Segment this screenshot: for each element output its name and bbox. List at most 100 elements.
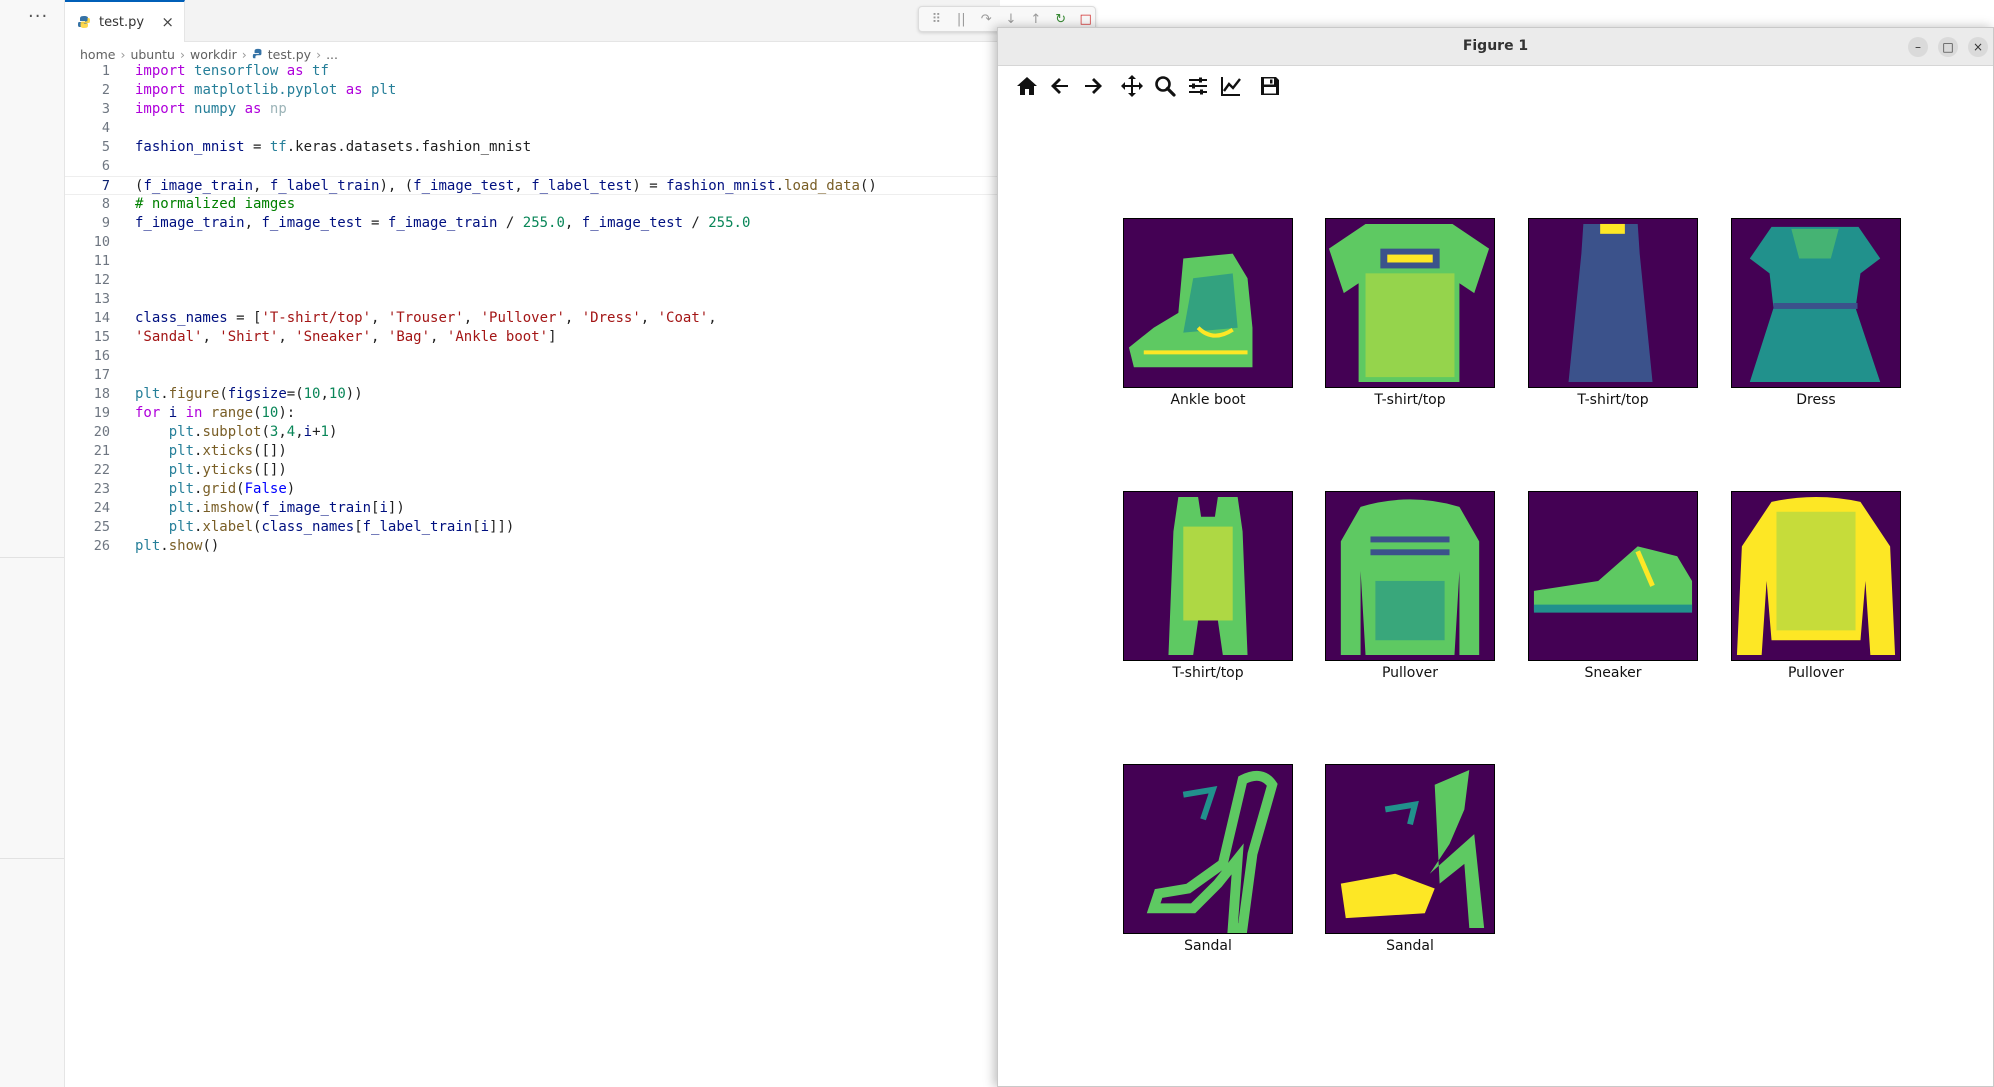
code-line[interactable]: 19 for i in range(10): <box>65 404 1000 423</box>
code-editor[interactable]: 1 import tensorflow as tf 2 import matplotl… <box>65 62 1000 556</box>
tab-test-py[interactable]: test.py × <box>65 0 185 42</box>
more-actions-icon[interactable]: ··· <box>28 6 48 27</box>
minimize-button[interactable]: – <box>1908 37 1928 57</box>
maximize-button[interactable]: □ <box>1938 37 1958 57</box>
back-button[interactable] <box>1045 71 1075 101</box>
home-button[interactable] <box>1012 71 1042 101</box>
code-line[interactable]: 21 plt.xticks([]) <box>65 442 1000 461</box>
line-number: 16 <box>93 348 110 364</box>
code-text: # normalized iamges <box>135 196 296 212</box>
subplot-image <box>1325 764 1495 934</box>
code-line[interactable]: 18 plt.figure(figsize=(10,10)) <box>65 385 1000 404</box>
line-number: 11 <box>93 253 110 269</box>
save-icon <box>1261 77 1279 95</box>
code-line[interactable]: 10 <box>65 233 1000 252</box>
code-line[interactable]: 16 <box>65 347 1000 366</box>
subplot-xlabel: Pullover <box>1381 665 1439 681</box>
code-line[interactable]: 11 <box>65 252 1000 271</box>
subplot-xlabel: Ankle boot <box>1170 392 1246 408</box>
line-number: 23 <box>93 481 110 497</box>
save-button[interactable] <box>1255 71 1285 101</box>
code-line[interactable]: 17 <box>65 366 1000 385</box>
line-number: 18 <box>93 386 110 402</box>
line-number: 26 <box>93 538 110 554</box>
code-text: plt.subplot(3,4,i+1) <box>168 424 338 440</box>
close-icon[interactable]: × <box>161 13 174 31</box>
step-out-icon[interactable]: ↑ <box>1026 12 1045 27</box>
code-line[interactable]: 1 import tensorflow as tf <box>65 62 1000 81</box>
code-text: import tensorflow as tf <box>135 63 329 79</box>
code-line[interactable]: 24 plt.imshow(f_image_train[i]) <box>65 499 1000 518</box>
code-line[interactable]: 14 class_names = ['T-shirt/top', 'Trouser… <box>65 309 1000 328</box>
step-over-icon[interactable]: ↷ <box>977 12 996 27</box>
breadcrumb-item-file[interactable]: test.py <box>268 47 311 62</box>
code-line[interactable]: 6 <box>65 157 1000 176</box>
subplot-image <box>1325 218 1495 388</box>
code-text: f_image_train, f_image_test = f_image_tr… <box>135 215 751 231</box>
figure-canvas[interactable]: Ankle boot T-shirt/top T-shirt/top Dress… <box>998 106 1993 1086</box>
breadcrumb-item-ubuntu[interactable]: ubuntu <box>130 47 175 62</box>
line-number: 5 <box>101 139 110 155</box>
sidebar-divider <box>0 557 64 558</box>
subplot-xlabel: Sandal <box>1184 938 1232 954</box>
code-line[interactable]: 15 'Sandal', 'Shirt', 'Sneaker', 'Bag', '… <box>65 328 1000 347</box>
pan-button[interactable] <box>1117 71 1147 101</box>
code-line[interactable]: 13 <box>65 290 1000 309</box>
editor-tab-bar: test.py × <box>65 0 1000 42</box>
close-button[interactable]: × <box>1968 37 1988 57</box>
edit-axis-button[interactable] <box>1216 71 1246 101</box>
code-line[interactable]: 2 import matplotlib.pyplot as plt <box>65 81 1000 100</box>
code-line[interactable]: 25 plt.xlabel(class_names[f_label_train[… <box>65 518 1000 537</box>
subplot-image <box>1731 491 1901 661</box>
forward-button[interactable] <box>1078 71 1108 101</box>
code-line[interactable]: 23 plt.grid(False) <box>65 480 1000 499</box>
code-text: plt.imshow(f_image_train[i]) <box>168 500 405 516</box>
code-line[interactable]: 7 (f_image_train, f_label_train), (f_imag… <box>65 176 1000 195</box>
pause-icon[interactable]: || <box>952 12 971 27</box>
subplot-image <box>1123 491 1293 661</box>
subplot-image <box>1731 218 1901 388</box>
line-number: 6 <box>101 158 110 174</box>
code-line[interactable]: 3 import numpy as np <box>65 100 1000 119</box>
subplot-image <box>1123 764 1293 934</box>
code-text: plt.xticks([]) <box>168 443 287 459</box>
subplot-xlabel: Sandal <box>1386 938 1434 954</box>
code-text: fashion_mnist = tf.keras.datasets.fashio… <box>135 139 532 155</box>
line-number: 21 <box>93 443 110 459</box>
figure-title-bar[interactable]: Figure 1 – □ × <box>998 28 1993 66</box>
line-number: 22 <box>93 462 110 478</box>
code-line[interactable]: 8 # normalized iamges <box>65 195 1000 214</box>
python-file-icon <box>252 48 262 59</box>
tab-label: test.py <box>99 14 145 30</box>
code-line[interactable]: 4 <box>65 119 1000 138</box>
configure-subplots-button[interactable] <box>1183 71 1213 101</box>
zoom-button[interactable] <box>1150 71 1180 101</box>
restart-icon[interactable]: ↻ <box>1051 12 1070 27</box>
step-into-icon[interactable]: ↓ <box>1002 12 1021 27</box>
code-line[interactable]: 20 plt.subplot(3,4,i+1) <box>65 423 1000 442</box>
fashion-item-image <box>1328 223 1490 383</box>
line-number: 17 <box>93 367 110 383</box>
breadcrumb-item-workdir[interactable]: workdir <box>190 47 237 62</box>
line-number: 13 <box>93 291 110 307</box>
line-number: 1 <box>101 63 110 79</box>
stop-icon[interactable]: □ <box>1076 12 1095 27</box>
breadcrumb-item-symbol[interactable]: ... <box>326 47 338 62</box>
line-number: 3 <box>101 101 110 117</box>
fashion-item-image <box>1146 770 1278 933</box>
code-text: 'Sandal', 'Shirt', 'Sneaker', 'Bag', 'An… <box>135 329 557 345</box>
subplot-xlabel: T-shirt/top <box>1577 392 1649 408</box>
code-line[interactable]: 12 <box>65 271 1000 290</box>
fashion-item-image <box>1568 223 1653 383</box>
code-line[interactable]: 5 fashion_mnist = tf.keras.datasets.fashi… <box>65 138 1000 157</box>
breadcrumb-item-home[interactable]: home <box>80 47 115 62</box>
code-line[interactable]: 9 f_image_train, f_image_test = f_image_t… <box>65 214 1000 233</box>
code-line[interactable]: 22 plt.yticks([]) <box>65 461 1000 480</box>
chevron-right-icon: › <box>316 46 322 62</box>
pan-icon <box>1121 75 1143 97</box>
code-line[interactable]: 26 plt.show() <box>65 537 1000 556</box>
drag-handle-icon[interactable]: ⠿ <box>927 12 946 27</box>
figure-window: Figure 1 – □ × Ankle boot T-shirt/top T-… <box>997 27 1994 1087</box>
line-number: 15 <box>93 329 110 345</box>
code-text: plt.figure(figsize=(10,10)) <box>135 386 363 402</box>
